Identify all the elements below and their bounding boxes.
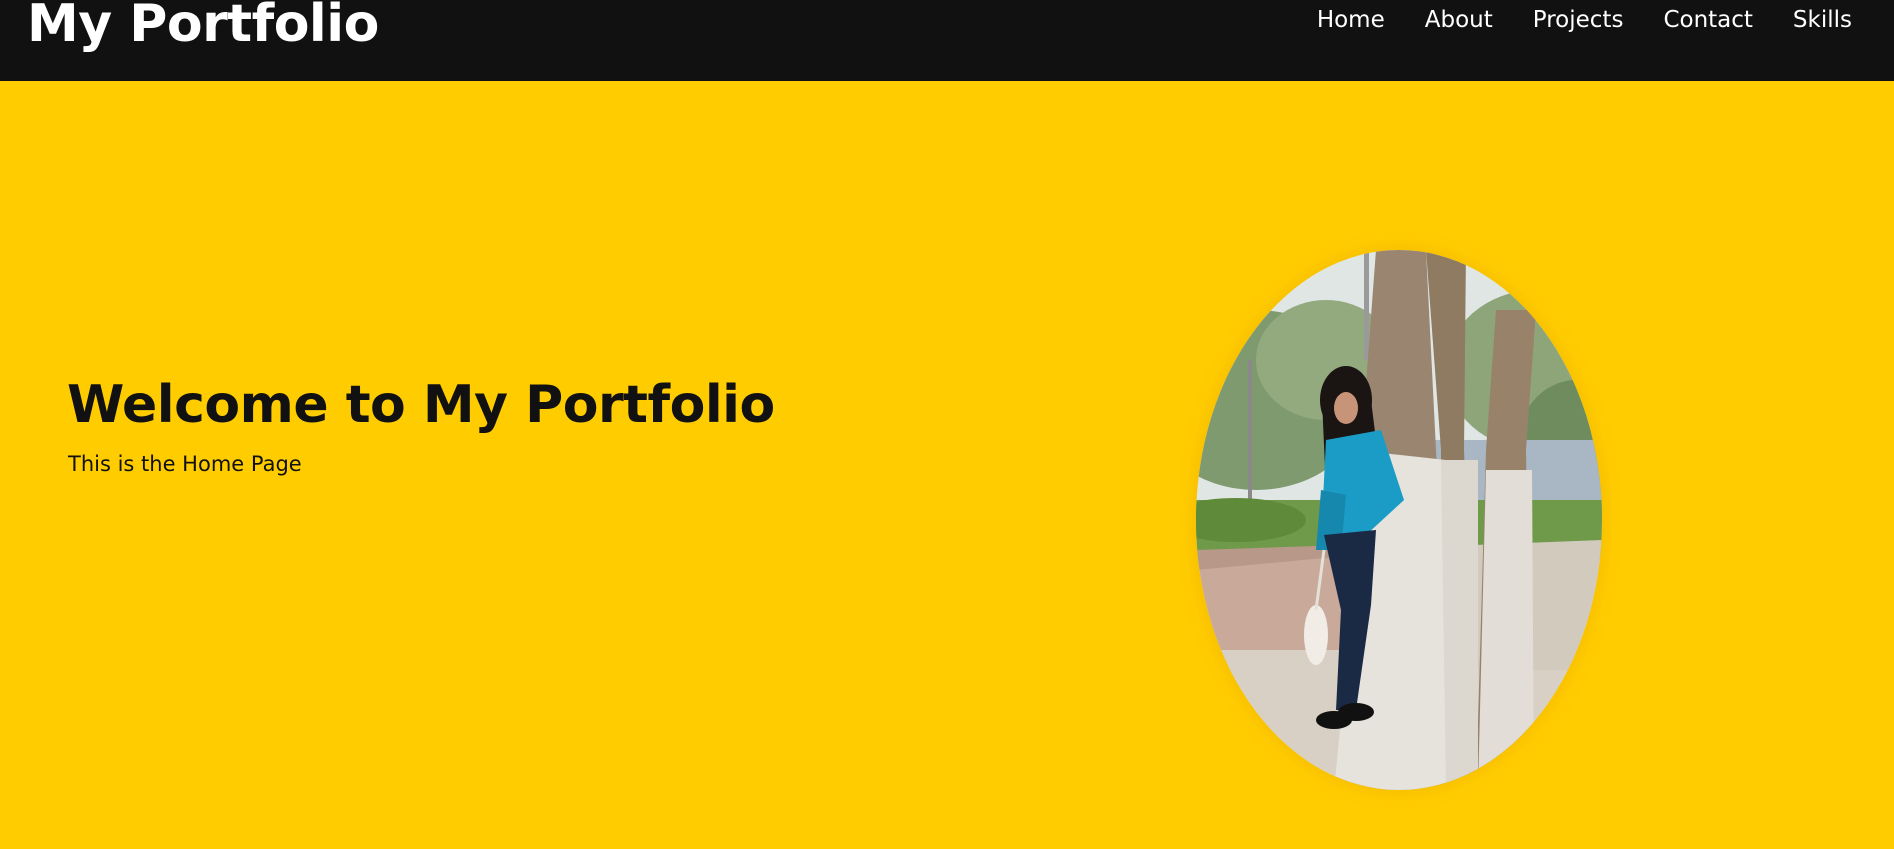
site-logo[interactable]: My Portfolio: [27, 0, 379, 56]
hero-subtitle: This is the Home Page: [68, 452, 302, 476]
hero-title: Welcome to My Portfolio: [67, 375, 775, 435]
nav-link-about[interactable]: About: [1425, 4, 1493, 36]
nav-menu: Home About Projects Contact Skills: [1277, 4, 1852, 36]
nav-link-home[interactable]: Home: [1317, 4, 1385, 36]
profile-photo: [1196, 250, 1602, 790]
top-navbar: My Portfolio Home About Projects Contact…: [0, 0, 1894, 81]
nav-link-skills[interactable]: Skills: [1793, 4, 1852, 36]
nav-link-projects[interactable]: Projects: [1533, 4, 1624, 36]
profile-photo-image: [1196, 250, 1602, 790]
nav-link-contact[interactable]: Contact: [1663, 4, 1752, 36]
